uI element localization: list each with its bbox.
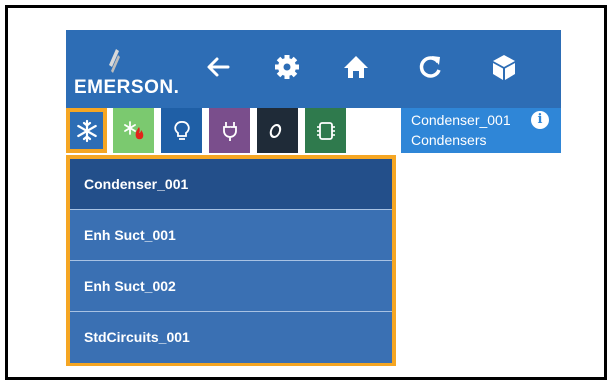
dropdown-item-stdcircuits-001[interactable]: StdCircuits_001 <box>70 312 392 363</box>
device-info-panel: Condenser_001 Condensers i <box>401 108 561 153</box>
logo-text: EMERSON. <box>74 77 180 98</box>
device-dropdown-menu: Condenser_001 Enh Suct_001 Enh Suct_002 … <box>66 155 396 366</box>
refresh-icon[interactable] <box>415 52 445 82</box>
gear-icon[interactable] <box>272 52 302 82</box>
cube-icon[interactable] <box>489 52 519 82</box>
device-group: Condensers <box>411 132 487 148</box>
tab-other[interactable] <box>257 108 298 153</box>
tab-power[interactable] <box>209 108 250 153</box>
home-icon[interactable] <box>341 52 371 82</box>
plug-icon <box>222 121 237 141</box>
tab-hvac[interactable] <box>113 108 154 153</box>
top-toolbar: EMERSON. <box>66 30 561 108</box>
category-tab-row: Condenser_001 Condensers i <box>66 108 561 153</box>
tab-lighting[interactable] <box>161 108 202 153</box>
dropdown-item-enh-suct-002[interactable]: Enh Suct_002 <box>70 261 392 312</box>
tab-circuits[interactable] <box>305 108 346 153</box>
o-icon <box>269 123 281 138</box>
snowflake-icon <box>76 119 97 142</box>
dropdown-item-enh-suct-001[interactable]: Enh Suct_001 <box>70 210 392 261</box>
emerson-logo-mark-icon <box>109 49 120 73</box>
snowflake-flame-icon <box>123 120 143 139</box>
dropdown-item-condenser-001[interactable]: Condenser_001 <box>70 159 392 210</box>
info-icon[interactable]: i <box>531 111 549 129</box>
back-arrow-icon[interactable] <box>203 52 233 82</box>
device-name: Condenser_001 <box>411 112 511 128</box>
emerson-logo: EMERSON. <box>74 45 194 100</box>
lightbulb-icon <box>173 120 190 140</box>
tab-refrigeration[interactable] <box>66 108 107 153</box>
chip-icon <box>316 121 335 140</box>
